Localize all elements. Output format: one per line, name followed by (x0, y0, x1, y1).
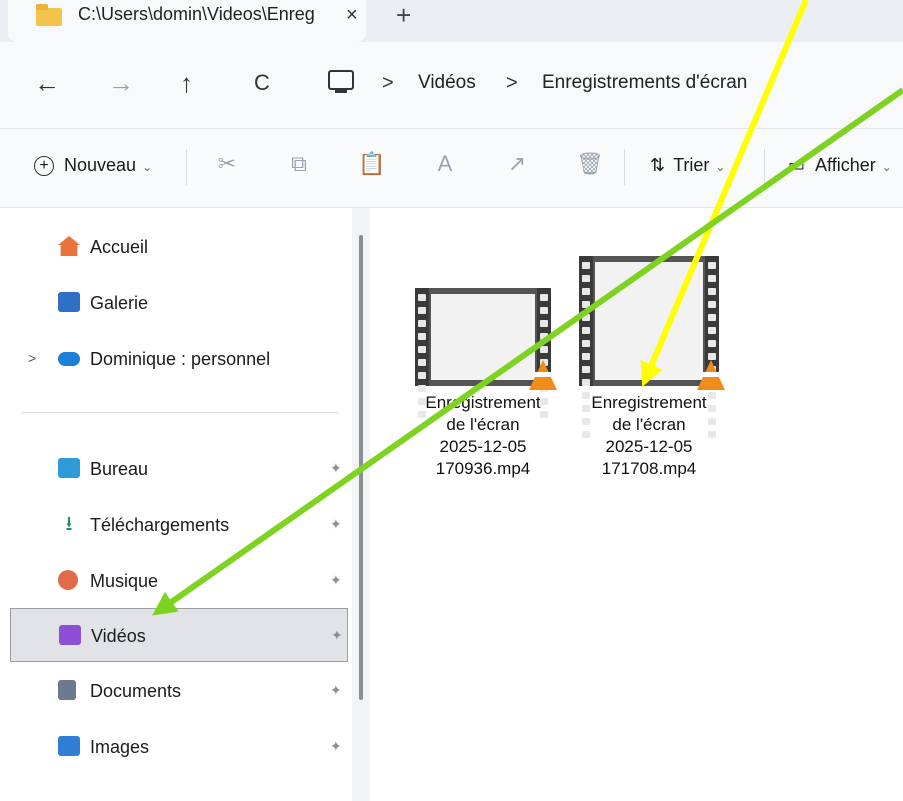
delete-icon[interactable]: 🗑 (576, 151, 604, 177)
breadcrumb-videos[interactable]: Vidéos (418, 72, 476, 94)
video-thumbnail (579, 256, 725, 438)
toolbar-divider (764, 149, 765, 185)
documents-icon (58, 680, 76, 700)
sidebar-item-label: Galerie (90, 293, 149, 313)
view-icon: ▭ (788, 155, 806, 175)
up-button[interactable]: ↑ (180, 68, 193, 98)
copy-icon[interactable]: ⧉ (286, 151, 312, 177)
back-button[interactable]: ← (34, 68, 60, 98)
sidebar-item-onedrive[interactable]: > Dominique : personnel (0, 336, 348, 382)
sort-icon: ⇅ (650, 155, 666, 175)
folder-icon (36, 4, 62, 26)
sidebar-item-videos[interactable]: Vidéos ✦ (10, 608, 348, 662)
forward-button[interactable]: → (108, 68, 134, 98)
tab-title: C:\Users\domin\Videos\Enreg (78, 4, 315, 24)
new-button[interactable]: + Nouveau ⌄ (34, 155, 153, 177)
chevron-down-icon: ⌄ (881, 160, 892, 174)
tab-explorer[interactable]: C:\Users\domin\Videos\Enreg × (8, 0, 366, 42)
sort-button[interactable]: ⇅ Trier ⌄ (650, 155, 725, 176)
sidebar-item-accueil[interactable]: Accueil (0, 224, 348, 270)
this-pc-icon[interactable] (328, 70, 354, 93)
sidebar-item-galerie[interactable]: Galerie (0, 280, 348, 326)
pin-icon[interactable]: ✦ (330, 572, 342, 589)
file-item[interactable]: Enregistrement de l'écran 2025-12-05 170… (408, 288, 558, 480)
sidebar-item-label: Musique (90, 571, 159, 591)
share-icon[interactable]: ↗ (504, 151, 530, 177)
vlc-icon (697, 360, 725, 390)
command-bar: + Nouveau ⌄ ✂ ⧉ 📋 A ↗ 🗑 ⇅ Trier ⌄ ▭ Afficher ⌄ (0, 129, 903, 208)
file-name: Enregistrement de l'écran 2025-12-05 170… (425, 393, 541, 478)
sort-label: Trier (673, 155, 710, 175)
new-label: Nouveau (64, 155, 137, 175)
view-button[interactable]: ▭ Afficher ⌄ (788, 155, 892, 176)
images-icon (58, 736, 80, 756)
sidebar-item-label: Images (90, 737, 150, 757)
rename-icon[interactable]: A (432, 151, 458, 177)
plus-icon: + (34, 156, 54, 177)
sidebar-item-label: Accueil (90, 237, 149, 257)
tab-close-button[interactable]: × (346, 4, 358, 27)
sidebar-item-label: Téléchargements (90, 515, 230, 535)
desktop-icon (58, 458, 80, 478)
sidebar-item-musique[interactable]: Musique ✦ (0, 558, 348, 604)
video-thumbnail (415, 288, 557, 418)
sidebar-item-label: Vidéos (91, 626, 146, 646)
refresh-button[interactable]: C (254, 68, 270, 98)
videos-icon (59, 625, 81, 645)
sidebar-item-bureau[interactable]: Bureau ✦ (0, 446, 348, 492)
breadcrumb-screen-recordings[interactable]: Enregistrements d'écran (542, 72, 747, 94)
cut-icon[interactable]: ✂ (214, 151, 240, 177)
title-bar: C:\Users\domin\Videos\Enreg × + (0, 0, 903, 42)
download-icon: ⭳ (65, 513, 73, 535)
breadcrumb-separator: > (506, 72, 518, 94)
toolbar-divider (186, 149, 187, 185)
file-list: Enregistrement de l'écran 2025-12-05 170… (372, 208, 903, 801)
view-label: Afficher (815, 155, 876, 175)
pin-icon[interactable]: ✦ (330, 516, 342, 533)
sidebar-item-images[interactable]: Images ✦ (0, 724, 348, 770)
chevron-down-icon: ⌄ (142, 160, 153, 174)
breadcrumb-separator: > (382, 72, 394, 94)
sidebar-item-label: Bureau (90, 459, 149, 479)
sidebar-item-documents[interactable]: Documents ✦ (0, 668, 348, 714)
sidebar-divider (22, 412, 338, 413)
file-name: Enregistrement de l'écran 2025-12-05 171… (591, 393, 707, 478)
vlc-icon (529, 360, 557, 390)
chevron-down-icon: ⌄ (715, 160, 726, 174)
toolbar-divider (624, 149, 625, 185)
home-icon (58, 236, 80, 256)
pin-icon[interactable]: ✦ (330, 460, 342, 477)
sidebar-item-label: Dominique : personnel (90, 349, 271, 369)
sidebar-item-telechargements[interactable]: ⭳ Téléchargements ✦ (0, 502, 348, 548)
onedrive-icon (58, 352, 80, 366)
expand-chevron-icon[interactable]: > (28, 350, 36, 366)
navigation-pane: Accueil Galerie > Dominique : personnel … (0, 208, 352, 801)
pin-icon[interactable]: ✦ (331, 627, 343, 644)
sidebar-item-label: Documents (90, 681, 182, 701)
pin-icon[interactable]: ✦ (330, 738, 342, 755)
new-tab-button[interactable]: + (396, 0, 411, 31)
gallery-icon (58, 292, 80, 312)
navigation-bar: ← → ↑ C > Vidéos > Enregistrements d'écr… (0, 42, 903, 129)
sidebar-scrollbar[interactable] (359, 235, 363, 700)
music-icon (58, 570, 78, 590)
file-item[interactable]: Enregistrement de l'écran 2025-12-05 171… (574, 256, 725, 480)
pin-icon[interactable]: ✦ (330, 682, 342, 699)
paste-icon[interactable]: 📋 (358, 151, 385, 177)
